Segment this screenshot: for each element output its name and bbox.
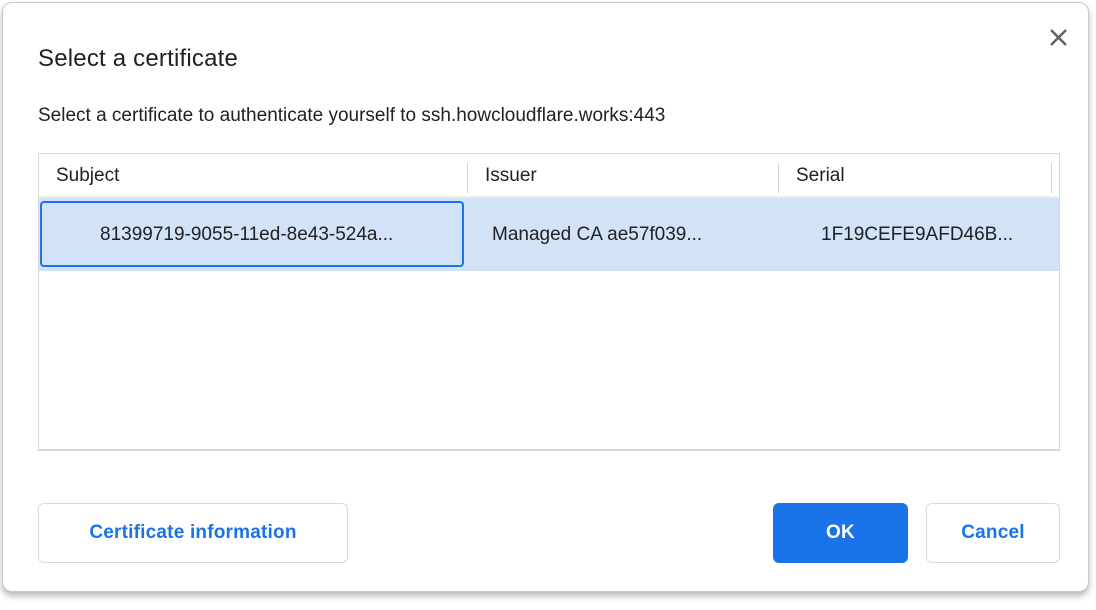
certificate-information-button[interactable]: Certificate information [38,503,348,563]
column-divider [467,163,468,193]
certificate-table: Subject Issuer Serial 81399719-9055-11ed… [38,153,1060,451]
dialog-subtitle: Select a certificate to authenticate you… [38,104,665,128]
column-divider [1051,163,1052,193]
ok-button[interactable]: OK [773,503,908,563]
cancel-button[interactable]: Cancel [926,503,1060,563]
cell-serial[interactable]: 1F19CEFE9AFD46B... [779,198,1059,271]
column-header-issuer[interactable]: Issuer [468,154,779,196]
close-icon[interactable] [1043,22,1073,52]
cell-issuer[interactable]: Managed CA ae57f039... [468,198,779,271]
table-header-row: Subject Issuer Serial [39,154,1059,198]
column-divider [778,163,779,193]
cell-subject[interactable]: 81399719-9055-11ed-8e43-524a... [39,198,468,271]
certificate-select-dialog: Select a certificate Select a certificat… [2,2,1089,592]
close-x-glyph [1046,25,1071,50]
column-header-subject[interactable]: Subject [39,154,468,196]
page-title: Select a certificate [38,45,238,73]
certificate-row[interactable]: 81399719-9055-11ed-8e43-524a... Managed … [39,198,1059,271]
column-header-serial[interactable]: Serial [779,154,1059,196]
